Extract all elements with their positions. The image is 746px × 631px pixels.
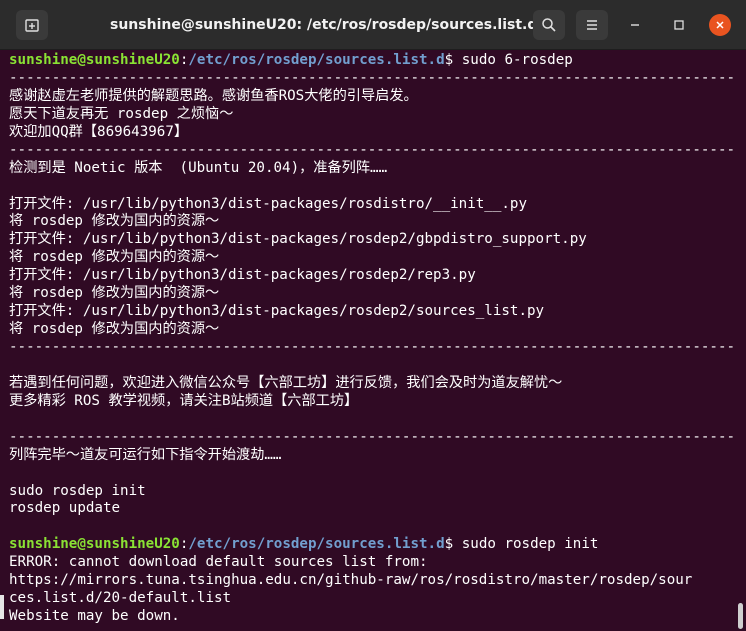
background-window-edge (0, 595, 4, 619)
output-line: 更多精彩 ROS 教学视频，请关注B站频道【六部工坊】 (9, 392, 359, 409)
prompt-dollar: $ (444, 52, 462, 68)
maximize-icon (674, 20, 684, 30)
hamburger-menu-icon (587, 20, 597, 30)
terminal-output[interactable]: sunshine@sunshineU20:/etc/ros/rosdep/sou… (0, 52, 736, 631)
search-button[interactable] (533, 10, 565, 40)
prompt-path: /etc/ros/rosdep/sources.list.d (188, 52, 445, 68)
error-line: ces.list.d/20-default.list (9, 590, 232, 607)
output-line: 列阵完毕～道友可运行如下指令开始渡劫…… (9, 446, 282, 463)
output-line: 打开文件: /usr/lib/python3/dist-packages/ros… (9, 303, 545, 320)
output-line: 将 rosdep 修改为国内的资源～ (9, 213, 220, 230)
menu-button[interactable] (576, 10, 608, 40)
output-line: ----------------------------------------… (9, 141, 736, 158)
minimize-icon (631, 24, 639, 26)
new-tab-icon (25, 19, 39, 32)
prompt-user: sunshine@sunshineU20 (9, 52, 180, 68)
output-line: 若遇到任何问题，欢迎进入微信公众号【六部工坊】进行反馈，我们会及时为道友解忧～ (9, 374, 563, 391)
close-button[interactable] (709, 14, 731, 36)
output-line: rosdep update (9, 500, 121, 517)
output-line: 欢迎加QQ群【869643967】 (9, 123, 189, 140)
error-line: https://mirrors.tuna.tsinghua.edu.cn/git… (9, 572, 693, 589)
output-line: ----------------------------------------… (9, 428, 736, 445)
output-line: 将 rosdep 修改为国内的资源～ (9, 321, 220, 338)
error-line: Website may be down. (9, 608, 180, 625)
terminal-window: sunshine@sunshineU20: /etc/ros/rosdep/so… (0, 0, 746, 631)
prompt-dollar: $ (444, 536, 462, 553)
output-line: 打开文件: /usr/lib/python3/dist-packages/ros… (9, 195, 527, 212)
prompt-user: sunshine@sunshineU20 (9, 536, 180, 553)
vertical-scrollbar[interactable] (736, 52, 746, 631)
output-line: ----------------------------------------… (9, 339, 736, 355)
maximize-button[interactable] (668, 14, 690, 36)
close-icon (716, 21, 724, 29)
prompt-command: sudo rosdep init (461, 536, 599, 553)
output-line: 将 rosdep 修改为国内的资源～ (9, 249, 220, 266)
search-icon (542, 18, 556, 32)
output-line: ----------------------------------------… (9, 69, 736, 86)
new-tab-button[interactable] (16, 10, 48, 40)
error-line: ERROR: cannot download default sources l… (9, 554, 428, 571)
prompt-line: sunshine@sunshineU20:/etc/ros/rosdep/sou… (9, 52, 736, 70)
output-line: 将 rosdep 修改为国内的资源～ (9, 285, 220, 302)
output-line: 打开文件: /usr/lib/python3/dist-packages/ros… (9, 231, 587, 248)
window-title: sunshine@sunshineU20: /etc/ros/rosdep/so… (110, 17, 538, 33)
minimize-button[interactable] (624, 14, 646, 36)
prompt-command: sudo 6-rosdep (461, 52, 573, 68)
prompt-path: /etc/ros/rosdep/sources.list.d (188, 536, 445, 553)
title-bar: sunshine@sunshineU20: /etc/ros/rosdep/so… (0, 0, 746, 50)
output-line: 打开文件: /usr/lib/python3/dist-packages/ros… (9, 267, 476, 284)
scrollbar-thumb[interactable] (738, 603, 743, 629)
output-line: 感谢赵虚左老师提供的解题思路。感谢鱼香ROS大佬的引导启发。 (9, 87, 418, 104)
output-line: 愿天下道友再无 rosdep 之烦恼～ (9, 105, 234, 122)
output-line: sudo rosdep init (9, 482, 146, 499)
prompt-line: sunshine@sunshineU20:/etc/ros/rosdep/sou… (9, 536, 736, 554)
output-line: 检测到是 Noetic 版本 (Ubuntu 20.04)，准备列阵…… (9, 159, 388, 176)
